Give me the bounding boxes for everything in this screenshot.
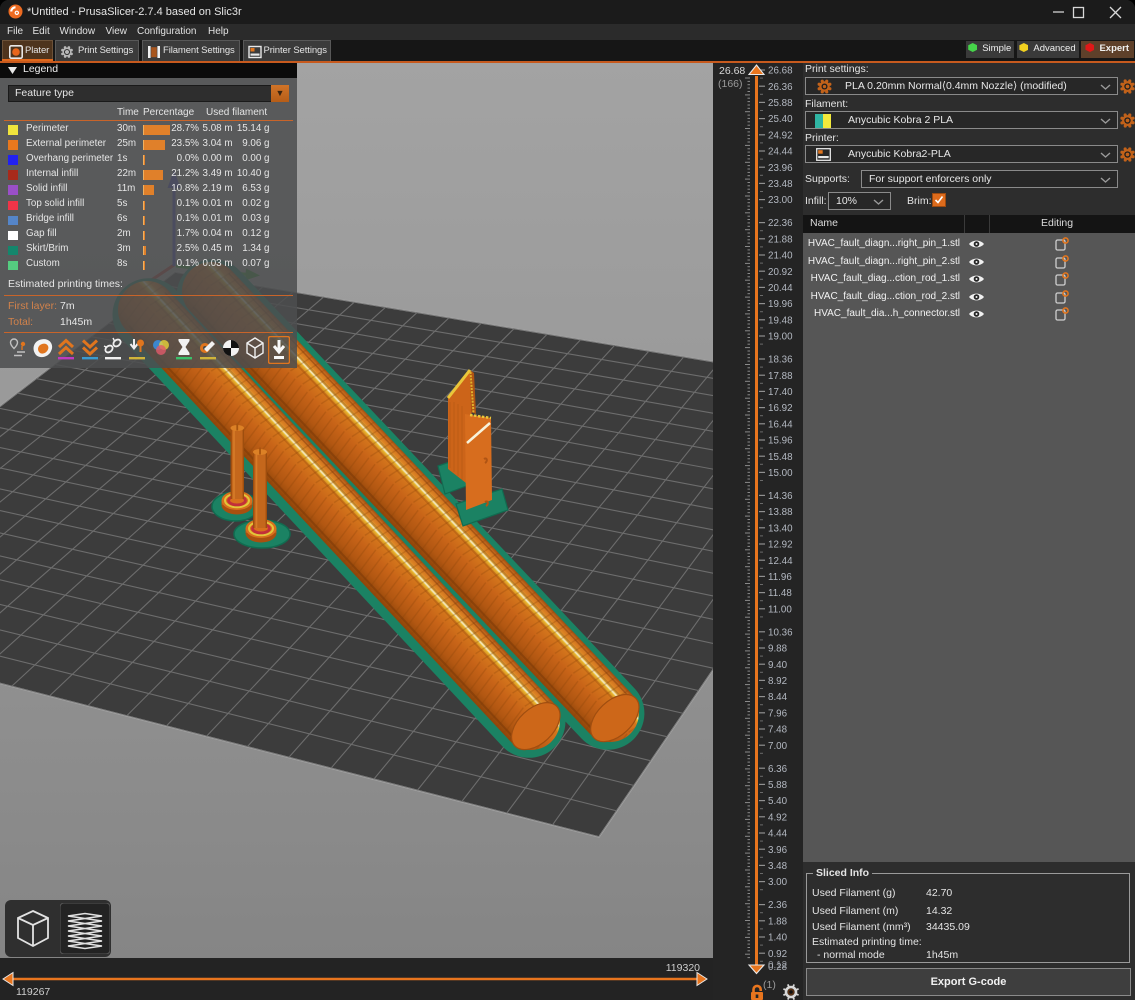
svg-text:8.44: 8.44 (768, 692, 788, 703)
svg-text:7.48: 7.48 (768, 725, 788, 736)
svg-text:1.88: 1.88 (768, 916, 788, 927)
svg-text:5.88: 5.88 (768, 780, 788, 791)
svg-text:17.40: 17.40 (768, 387, 793, 398)
svg-text:3.48: 3.48 (768, 861, 788, 872)
svg-text:20.92: 20.92 (768, 267, 793, 278)
svg-text:23.96: 23.96 (768, 163, 793, 174)
svg-text:6.36: 6.36 (768, 764, 788, 775)
svg-text:7.00: 7.00 (768, 741, 788, 752)
svg-text:23.48: 23.48 (768, 179, 793, 190)
svg-text:25.88: 25.88 (768, 98, 793, 109)
svg-text:8.92: 8.92 (768, 676, 787, 687)
svg-text:21.88: 21.88 (768, 234, 793, 245)
svg-text:24.44: 24.44 (768, 147, 793, 158)
svg-text:13.88: 13.88 (768, 507, 793, 518)
svg-text:9.88: 9.88 (768, 644, 788, 655)
svg-text:1.40: 1.40 (768, 933, 788, 944)
svg-text:12.92: 12.92 (768, 540, 793, 551)
svg-text:11.96: 11.96 (768, 572, 792, 583)
svg-text:11.48: 11.48 (768, 588, 792, 599)
svg-text:2.36: 2.36 (768, 900, 788, 911)
svg-text:21.40: 21.40 (768, 251, 793, 262)
svg-text:20.44: 20.44 (768, 283, 793, 294)
svg-text:18.36: 18.36 (768, 355, 793, 366)
svg-text:25.40: 25.40 (768, 114, 793, 125)
svg-text:0.92: 0.92 (768, 949, 787, 960)
svg-text:15.96: 15.96 (768, 436, 793, 447)
svg-text:16.44: 16.44 (768, 419, 793, 430)
svg-text:26.68: 26.68 (768, 66, 793, 77)
svg-text:19.48: 19.48 (768, 315, 793, 326)
svg-text:19.00: 19.00 (768, 332, 793, 343)
svg-text:26.68: 26.68 (719, 65, 745, 77)
svg-text:4.44: 4.44 (768, 829, 788, 840)
svg-text:22.36: 22.36 (768, 218, 793, 229)
svg-text:(1): (1) (763, 979, 776, 991)
svg-text:12.44: 12.44 (768, 556, 793, 567)
svg-text:5.40: 5.40 (768, 796, 788, 807)
svg-text:7.96: 7.96 (768, 708, 788, 719)
svg-text:24.92: 24.92 (768, 130, 793, 141)
svg-text:10.36: 10.36 (768, 627, 793, 638)
svg-text:15.48: 15.48 (768, 452, 793, 463)
svg-text:3.00: 3.00 (768, 877, 788, 888)
svg-text:14.36: 14.36 (768, 491, 793, 502)
svg-text:11.00: 11.00 (768, 604, 792, 615)
svg-text:19.96: 19.96 (768, 299, 793, 310)
svg-text:4.92: 4.92 (768, 812, 787, 823)
svg-text:9.40: 9.40 (768, 660, 788, 671)
svg-text:16.92: 16.92 (768, 403, 793, 414)
svg-text:3.96: 3.96 (768, 845, 788, 856)
svg-text:(166): (166) (718, 78, 743, 90)
svg-text:15.00: 15.00 (768, 468, 793, 479)
svg-text:13.40: 13.40 (768, 523, 793, 534)
svg-text:0.12: 0.12 (768, 960, 787, 971)
svg-text:119267: 119267 (16, 986, 50, 998)
svg-text:17.88: 17.88 (768, 371, 793, 382)
svg-text:119320: 119320 (666, 962, 700, 974)
svg-text:23.00: 23.00 (768, 195, 793, 206)
svg-text:26.36: 26.36 (768, 82, 793, 93)
